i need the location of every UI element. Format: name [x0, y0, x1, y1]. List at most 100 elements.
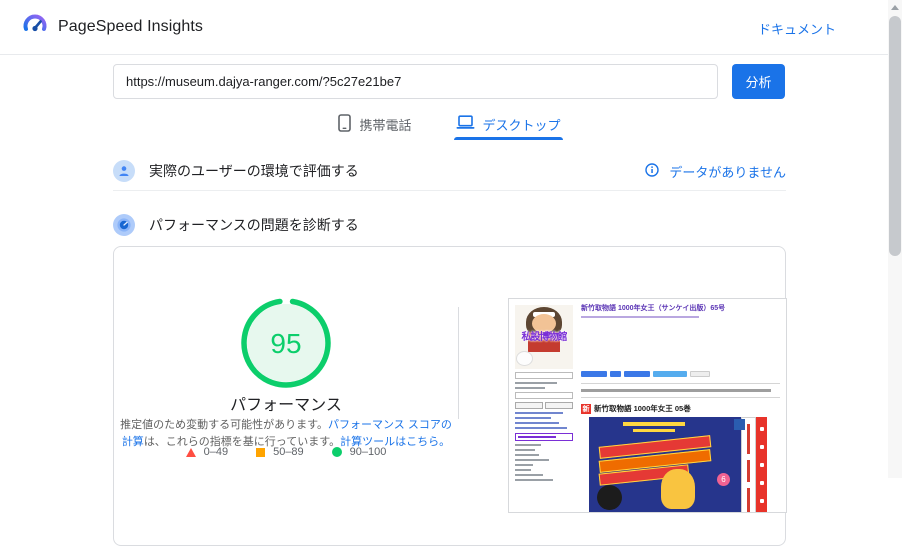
performance-card: 95 パフォーマンス 推定値のため変動する可能性があります。パフォーマンス スコ…: [113, 246, 787, 546]
thumb-new-badge: 新: [581, 403, 591, 414]
logo-wrap[interactable]: PageSpeed Insights: [22, 12, 203, 43]
thumb-site-mascot-image: 私設博物館: [515, 305, 573, 369]
thumb-post-subtitle: [581, 315, 699, 318]
thumb-cover-edge: [756, 417, 767, 512]
thumb-share-button: [653, 371, 687, 377]
legend-item-fail: 0–49: [185, 446, 229, 458]
thumb-social-buttons: [581, 371, 710, 377]
thumb-edge-dot: [760, 499, 764, 503]
tab-desktop[interactable]: デスクトップ: [453, 109, 563, 140]
legend-pass-range: 90–100: [349, 446, 387, 458]
thumb-button: [545, 402, 573, 409]
tab-active-indicator: [453, 137, 563, 140]
thumb-corner-badge: [734, 419, 745, 430]
thumb-cover-art: 6: [589, 417, 741, 512]
scrollbar-up-arrow-icon[interactable]: [891, 5, 899, 10]
url-row: 分析: [113, 64, 786, 99]
thumb-nav-link: [515, 422, 559, 424]
circle-icon: [331, 447, 342, 457]
thumb-nav-link: [515, 449, 535, 451]
vertical-divider: [458, 307, 459, 419]
square-icon: [256, 447, 266, 457]
header: PageSpeed Insights ドキュメント: [0, 0, 888, 55]
thumb-share-button: [610, 371, 621, 377]
thumb-share-button: [690, 371, 710, 377]
url-input[interactable]: [113, 64, 718, 99]
tab-desktop-label: デスクトップ: [482, 117, 561, 133]
field-data-title: 実際のユーザーの環境で評価する: [149, 163, 359, 179]
device-tabs: 携帯電話 デスクトップ: [113, 109, 786, 141]
thumb-share-button: [624, 371, 650, 377]
legend-item-pass: 90–100: [331, 446, 387, 458]
tab-mobile[interactable]: 携帯電話: [336, 109, 413, 139]
thumb-edge-dot: [760, 427, 764, 431]
score-value: 95: [270, 328, 301, 359]
pagespeed-logo-icon: [22, 12, 48, 43]
tab-mobile-label: 携帯電話: [359, 117, 412, 133]
diagnose-gauge-icon: [113, 214, 135, 236]
thumb-mascot-cat: [516, 351, 533, 366]
desc-text-1: 推定値のため変動する可能性があります。: [120, 419, 329, 431]
score-legend: 0–49 50–89 90–100: [114, 446, 458, 458]
thumb-text-line: [515, 387, 545, 389]
no-data-label: データがありません: [669, 164, 786, 180]
thumb-section-heading: 新 新竹取物語 1000年女王 05巻: [581, 403, 691, 414]
scrollbar-thumb[interactable]: [889, 16, 901, 256]
thumb-sidebar: 私設博物館: [515, 305, 573, 481]
laptop-icon: [456, 115, 475, 133]
thumb-nav-link: [515, 474, 543, 476]
thumb-button-row: [515, 402, 573, 409]
legend-fail-range: 0–49: [203, 446, 229, 458]
thumb-nav-link: [515, 427, 567, 429]
thumb-divider: [581, 383, 780, 384]
smartphone-icon: [338, 113, 352, 135]
thumb-tags-line: [581, 389, 771, 392]
thumb-edge-dot: [760, 463, 764, 467]
thumb-heading-text: 新竹取物語 1000年女王 05巻: [594, 404, 691, 413]
thumb-cover-ball: [597, 485, 622, 510]
legend-average-range: 50–89: [273, 446, 304, 458]
diagnose-title: パフォーマンスの問題を診断する: [149, 217, 359, 233]
thumb-site-logo-text: 私設博物館: [521, 332, 568, 343]
thumb-nav-link: [515, 469, 531, 471]
thumb-cover-spine: [741, 417, 756, 512]
thumb-nav-link: [515, 464, 533, 466]
thumb-edge-dot: [760, 481, 764, 485]
thumb-button: [515, 402, 543, 409]
thumb-dropdown: [515, 372, 573, 379]
thumb-category-box: [515, 433, 573, 441]
user-environment-icon: [113, 160, 135, 182]
thumb-cover-character: [661, 469, 695, 509]
analyze-button[interactable]: 分析: [732, 64, 785, 99]
thumb-main-content: 新竹取物語 1000年女王（サンケイ出版）65号 新 新竹取物語 1000年女王…: [581, 305, 780, 512]
triangle-icon: [185, 447, 196, 457]
performance-label: パフォーマンス: [230, 397, 342, 414]
no-data-link[interactable]: データがありません: [645, 162, 786, 181]
thumb-cover-text: [623, 422, 685, 426]
thumb-spine-text: [747, 424, 750, 454]
scrollbar[interactable]: [888, 0, 902, 478]
thumb-nav-link: [515, 459, 549, 461]
thumb-text-line: [515, 382, 557, 384]
thumb-cover-text: [633, 429, 675, 432]
thumb-volume-badge: 6: [717, 473, 730, 486]
thumb-nav-link: [515, 417, 551, 419]
thumb-edge-dot: [760, 445, 764, 449]
thumb-share-button: [581, 371, 607, 377]
thumb-search-box: [515, 392, 573, 399]
thumb-nav-link: [515, 444, 541, 446]
page-screenshot-thumbnail[interactable]: 私設博物館 新竹取物語 1000年女王（サンケイ出版）65号 新 新竹取物語 1…: [508, 298, 787, 513]
thumb-nav-link: [515, 454, 539, 456]
field-data-section: 実際のユーザーの環境で評価する データがありません: [113, 152, 786, 191]
info-icon: [645, 162, 660, 180]
legend-item-average: 50–89: [256, 446, 304, 458]
thumb-nav-link: [515, 412, 563, 414]
app-title: PageSpeed Insights: [58, 18, 204, 35]
page: { "header": { "app_title": "PageSpeed In…: [0, 0, 910, 546]
diagnose-section: パフォーマンスの問題を診断する: [113, 208, 786, 242]
documentation-link[interactable]: ドキュメント: [758, 19, 836, 38]
score-gauge[interactable]: 95: [240, 297, 332, 389]
thumb-post-title: 新竹取物語 1000年女王（サンケイ出版）65号: [581, 305, 726, 312]
thumb-spine-text: [747, 460, 750, 482]
thumb-divider: [581, 397, 780, 398]
